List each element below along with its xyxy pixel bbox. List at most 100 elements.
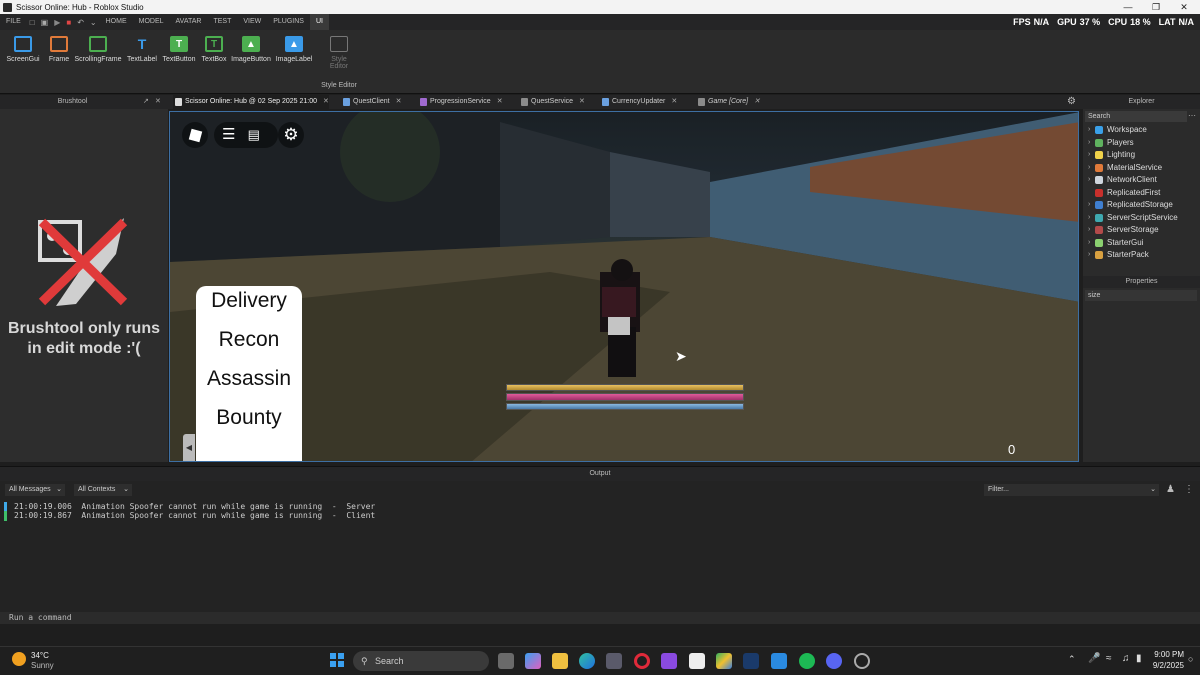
tab-close-icon[interactable]: ✕: [323, 98, 329, 105]
microsoft-store-icon[interactable]: [606, 653, 622, 669]
save-icon[interactable]: ▣: [38, 18, 52, 27]
expand-arrow-icon[interactable]: ›: [1088, 162, 1090, 175]
dropdown-chevron-icon[interactable]: ⌄: [87, 18, 100, 27]
tab-close-icon[interactable]: ✕: [579, 98, 585, 105]
expand-arrow-icon[interactable]: ›: [1088, 212, 1090, 225]
expand-arrow-icon[interactable]: ›: [1088, 124, 1090, 137]
textbox-button[interactable]: T TextBox: [200, 36, 228, 63]
twitch-icon[interactable]: [661, 653, 677, 669]
tab-game-core[interactable]: Game [Core] ✕: [696, 95, 760, 109]
chat-icon[interactable]: ▤: [248, 127, 260, 142]
maximize-icon[interactable]: ❐: [1142, 0, 1170, 14]
explorer-search-input[interactable]: Search: [1085, 111, 1187, 122]
battery-icon[interactable]: ▮: [1136, 653, 1142, 664]
imagelabel-button[interactable]: ▲ ImageLabel: [275, 36, 313, 63]
pane-close-icon[interactable]: ✕: [155, 97, 161, 105]
explorer-item-replicatedstorage[interactable]: › ReplicatedStorage: [1083, 199, 1200, 212]
expand-arrow-icon[interactable]: ›: [1088, 224, 1090, 237]
explorer-item-players[interactable]: › Players: [1083, 137, 1200, 150]
menu-home[interactable]: HOME: [100, 14, 133, 30]
opera-browser-icon[interactable]: [634, 653, 650, 669]
taskbar-search-box[interactable]: ⚲ Search: [353, 651, 489, 671]
notifications-bell-icon[interactable]: ○: [1188, 654, 1193, 664]
frame-button[interactable]: Frame: [46, 36, 72, 63]
tab-questclient[interactable]: QuestClient ✕: [341, 95, 401, 109]
all-contexts-dropdown[interactable]: All Contexts ⌄: [74, 484, 132, 496]
screengui-button[interactable]: ScreenGui: [6, 36, 40, 63]
menu-view[interactable]: VIEW: [237, 14, 267, 30]
more-options-icon[interactable]: ⋯: [1188, 111, 1196, 120]
scrollingframe-button[interactable]: ScrollingFrame: [73, 36, 123, 63]
properties-filter-input[interactable]: size: [1085, 290, 1197, 301]
edge-browser-icon[interactable]: [579, 653, 595, 669]
tab-progressionservice[interactable]: ProgressionService ✕: [418, 95, 503, 109]
tab-currencyupdater[interactable]: CurrencyUpdater ✕: [600, 95, 677, 109]
menu-plugins[interactable]: PLUGINS: [267, 14, 310, 30]
expand-arrow-icon[interactable]: ›: [1088, 137, 1090, 150]
explorer-item-materialservice[interactable]: › MaterialService: [1083, 162, 1200, 175]
spotify-icon[interactable]: [799, 653, 815, 669]
wifi-icon[interactable]: ≈: [1106, 653, 1112, 664]
windows-start-icon[interactable]: [330, 653, 344, 667]
microphone-icon[interactable]: 🎤: [1088, 653, 1100, 664]
copilot-icon[interactable]: [525, 653, 541, 669]
obs-icon[interactable]: [854, 653, 870, 669]
roblox-menu-button[interactable]: [182, 122, 208, 148]
menu-ui[interactable]: UI: [309, 14, 329, 30]
menu-model[interactable]: MODEL: [133, 14, 170, 30]
steam-icon[interactable]: [743, 653, 759, 669]
tab-game[interactable]: Scissor Online: Hub @ 02 Sep 2025 21:00 ✕: [173, 95, 329, 109]
stop-icon[interactable]: ■: [63, 18, 74, 27]
tab-close-icon[interactable]: ✕: [754, 98, 760, 105]
play-icon[interactable]: ▶: [51, 18, 63, 27]
tab-close-icon[interactable]: ✕: [396, 98, 402, 105]
all-messages-dropdown[interactable]: All Messages ⌄: [5, 484, 65, 496]
expand-arrow-icon[interactable]: ›: [1088, 199, 1090, 212]
explorer-item-workspace[interactable]: › Workspace: [1083, 124, 1200, 137]
tab-close-icon[interactable]: ✕: [497, 98, 503, 105]
hamburger-menu-icon[interactable]: ☰: [222, 126, 235, 143]
explorer-item-serverstorage[interactable]: › ServerStorage: [1083, 224, 1200, 237]
tab-questservice[interactable]: QuestService ✕: [519, 95, 585, 109]
explorer-item-networkclient[interactable]: › NetworkClient: [1083, 174, 1200, 187]
collapse-arrow-icon[interactable]: ◀: [183, 434, 195, 461]
explorer-item-lighting[interactable]: › Lighting: [1083, 149, 1200, 162]
style-editor-button[interactable]: Style Editor: [322, 36, 356, 70]
explorer-item-startergui[interactable]: › StarterGui: [1083, 237, 1200, 250]
output-filter-input[interactable]: Filter... ⌄: [984, 484, 1159, 496]
expand-arrow-icon[interactable]: ›: [1088, 237, 1090, 250]
pane-undock-icon[interactable]: ↗: [143, 97, 149, 105]
explorer-item-serverscriptservice[interactable]: › ServerScriptService: [1083, 212, 1200, 225]
menu-avatar[interactable]: AVATAR: [170, 14, 208, 30]
quest-option-assassin[interactable]: Assassin: [196, 364, 302, 403]
roblox-studio-taskbar-icon[interactable]: [689, 653, 705, 669]
google-drive-icon[interactable]: [716, 653, 732, 669]
taskbar-date[interactable]: 9/2/2025: [1144, 661, 1184, 670]
quest-option-recon[interactable]: Recon: [196, 325, 302, 364]
tab-close-icon[interactable]: ✕: [671, 98, 677, 105]
expand-arrow-icon[interactable]: ›: [1088, 174, 1090, 187]
textbutton-button[interactable]: T TextButton: [161, 36, 197, 63]
chevron-up-icon[interactable]: ⌃: [1068, 654, 1076, 665]
taskbar-time[interactable]: 9:00 PM: [1144, 650, 1184, 659]
more-options-icon[interactable]: ⋮: [1184, 484, 1194, 495]
menu-file[interactable]: FILE: [0, 14, 27, 30]
menu-test[interactable]: TEST: [207, 14, 237, 30]
game-viewport[interactable]: ☰ ▤ ⚙ Delivery Recon Assassin Bounty ◀ ➤…: [169, 111, 1079, 462]
minimize-icon[interactable]: —: [1114, 0, 1142, 14]
explorer-item-starterpack[interactable]: › StarterPack: [1083, 249, 1200, 262]
task-view-icon[interactable]: [498, 653, 514, 669]
command-bar-input[interactable]: Run a command: [0, 612, 1200, 624]
close-icon[interactable]: ✕: [1170, 0, 1198, 14]
quest-option-bounty[interactable]: Bounty: [196, 403, 302, 442]
viewport-settings-gear-icon[interactable]: ⚙: [1067, 96, 1076, 107]
textlabel-button[interactable]: T TextLabel: [125, 36, 159, 63]
imagebutton-button[interactable]: ▲ ImageButton: [229, 36, 273, 63]
explorer-item-replicatedfirst[interactable]: ReplicatedFirst: [1083, 187, 1200, 200]
settings-gear-icon[interactable]: ⚙: [278, 122, 304, 148]
quest-option-delivery[interactable]: Delivery: [196, 286, 302, 325]
undo-icon[interactable]: ↶: [74, 18, 87, 27]
discord-icon[interactable]: [826, 653, 842, 669]
expand-arrow-icon[interactable]: ›: [1088, 149, 1090, 162]
file-explorer-icon[interactable]: [552, 653, 568, 669]
